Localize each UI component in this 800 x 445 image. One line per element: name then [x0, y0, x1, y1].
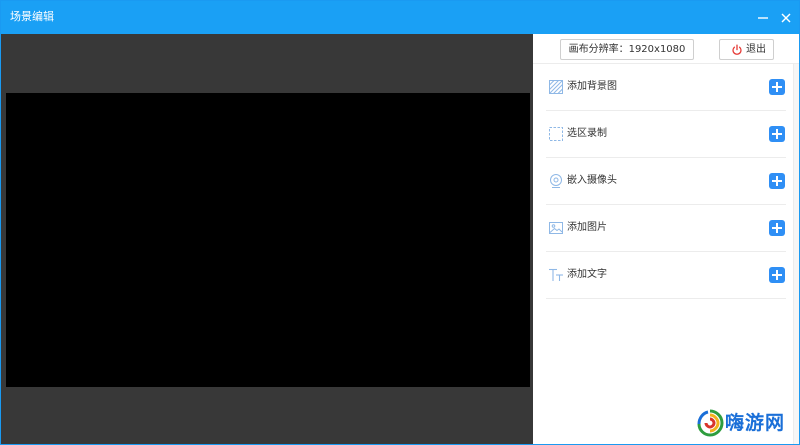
background-image-icon	[549, 80, 563, 94]
scene-editor-window: 场景编辑 画布分辨率：1920x1080 退出 添加背景图 选区录制 嵌入摄像头…	[0, 0, 800, 445]
list-item-label: 选区录制	[567, 128, 607, 139]
camera-icon	[550, 174, 562, 188]
list-item-camera[interactable]: 嵌入摄像头	[546, 158, 786, 205]
window-title: 场景编辑	[10, 10, 54, 23]
add-image-button[interactable]	[769, 220, 785, 236]
list-item-label: 嵌入摄像头	[567, 175, 617, 186]
region-select-icon	[549, 127, 563, 141]
list-item-region-record[interactable]: 选区录制	[546, 111, 786, 158]
preview-area	[1, 34, 533, 444]
add-camera-button[interactable]	[769, 173, 785, 189]
scene-tools-panel: 画布分辨率：1920x1080 退出 添加背景图 选区录制 嵌入摄像头 添加图片…	[533, 34, 799, 444]
exit-button-label: 退出	[746, 44, 766, 55]
add-background-button[interactable]	[769, 79, 785, 95]
list-item-label: 添加图片	[567, 222, 607, 233]
list-item-add-text[interactable]: 添加文字	[546, 252, 786, 299]
add-region-button[interactable]	[769, 126, 785, 142]
title-bar: 场景编辑	[1, 1, 799, 34]
minimize-button[interactable]	[753, 8, 773, 28]
watermark-text: 嗨游网	[725, 412, 786, 434]
add-source-list: 添加背景图 选区录制 嵌入摄像头 添加图片 添加文字	[533, 64, 799, 299]
close-icon	[781, 13, 791, 23]
list-item-add-image[interactable]: 添加图片	[546, 205, 786, 252]
watermark: 嗨游网	[696, 407, 796, 441]
scene-canvas[interactable]	[6, 93, 530, 387]
minimize-icon	[758, 17, 768, 19]
canvas-resolution-button[interactable]: 画布分辨率：1920x1080	[560, 39, 694, 60]
close-button[interactable]	[776, 8, 796, 28]
text-icon	[549, 268, 563, 281]
list-item-label: 添加背景图	[567, 81, 617, 92]
image-icon	[549, 222, 563, 234]
exit-button[interactable]: 退出	[719, 39, 774, 60]
add-text-button[interactable]	[769, 267, 785, 283]
list-item-add-background[interactable]: 添加背景图	[546, 64, 786, 111]
panel-toolbar: 画布分辨率：1920x1080 退出	[533, 34, 799, 64]
list-item-label: 添加文字	[567, 269, 607, 280]
watermark-logo-icon	[697, 409, 724, 437]
panel-scrollbar[interactable]	[793, 64, 799, 444]
power-icon	[732, 44, 742, 55]
